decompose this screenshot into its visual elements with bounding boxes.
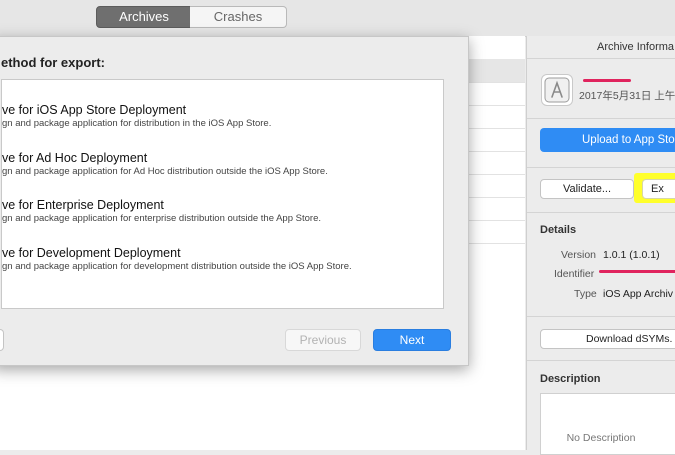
sheet-title: ethod for export: bbox=[1, 55, 105, 70]
option-title: ve for Ad Hoc Deployment bbox=[2, 151, 148, 165]
previous-button[interactable]: Previous bbox=[285, 329, 361, 351]
description-placeholder: No Description bbox=[566, 432, 636, 444]
list-item[interactable] bbox=[467, 36, 525, 60]
version-label: Version bbox=[561, 249, 597, 261]
option-development[interactable]: ve for Development Deployment gn and pac… bbox=[2, 246, 442, 272]
export-sheet: ethod for export: ve for iOS App Store D… bbox=[0, 36, 469, 366]
tab-archives[interactable]: Archives bbox=[96, 6, 192, 28]
list-item[interactable] bbox=[467, 151, 525, 175]
redacted-app-name bbox=[583, 79, 631, 82]
identifier-label: Identifier bbox=[554, 268, 595, 280]
divider bbox=[527, 316, 675, 317]
option-title: ve for iOS App Store Deployment bbox=[2, 103, 187, 117]
list-item[interactable] bbox=[467, 220, 525, 244]
cancel-button[interactable] bbox=[0, 329, 4, 351]
type-value: iOS App Archiv bbox=[603, 288, 674, 300]
divider bbox=[527, 167, 675, 168]
app-icon bbox=[541, 74, 573, 106]
option-title: ve for Development Deployment bbox=[2, 246, 181, 260]
toolbar: Archives Crashes bbox=[0, 0, 675, 37]
divider bbox=[527, 360, 675, 361]
export-options-list: ve for iOS App Store Deployment gn and p… bbox=[1, 79, 444, 309]
list-item[interactable] bbox=[467, 82, 525, 106]
description-title: Description bbox=[540, 373, 601, 385]
option-description: gn and package application for Ad Hoc di… bbox=[2, 166, 328, 177]
list-item[interactable] bbox=[467, 128, 525, 152]
validate-button[interactable]: Validate... bbox=[540, 179, 634, 199]
divider bbox=[527, 118, 675, 119]
redacted-identifier bbox=[599, 270, 675, 273]
upload-to-app-store-button[interactable]: Upload to App Stor bbox=[540, 128, 675, 152]
archive-inspector: Archive Informa 2017年5月31日 上午 Upload to … bbox=[526, 36, 675, 455]
option-ad-hoc[interactable]: ve for Ad Hoc Deployment gn and package … bbox=[2, 151, 442, 177]
type-label: Type bbox=[574, 288, 597, 300]
archive-date: 2017年5月31日 上午 bbox=[579, 90, 675, 102]
app-store-icon bbox=[544, 77, 570, 103]
list-item[interactable] bbox=[467, 174, 525, 198]
details-title: Details bbox=[540, 224, 577, 236]
list-item[interactable] bbox=[467, 197, 525, 221]
list-item-selected[interactable] bbox=[467, 59, 525, 83]
option-description: gn and package application for enterpris… bbox=[2, 213, 321, 224]
option-title: ve for Enterprise Deployment bbox=[2, 198, 164, 212]
divider bbox=[527, 212, 675, 213]
next-button[interactable]: Next bbox=[373, 329, 451, 351]
version-value: 1.0.1 (1.0.1) bbox=[603, 249, 660, 261]
option-description: gn and package application for distribut… bbox=[2, 118, 272, 129]
list-item[interactable] bbox=[467, 105, 525, 129]
description-field[interactable]: No Description bbox=[540, 393, 675, 455]
inspector-header: Archive Informa bbox=[527, 36, 675, 59]
export-button[interactable]: Ex bbox=[642, 179, 675, 199]
option-app-store[interactable]: ve for iOS App Store Deployment gn and p… bbox=[2, 103, 442, 129]
tab-crashes[interactable]: Crashes bbox=[190, 6, 287, 28]
option-enterprise[interactable]: ve for Enterprise Deployment gn and pack… bbox=[2, 198, 442, 224]
download-dsyms-button[interactable]: Download dSYMs. bbox=[540, 329, 675, 349]
option-description: gn and package application for developme… bbox=[2, 261, 352, 272]
